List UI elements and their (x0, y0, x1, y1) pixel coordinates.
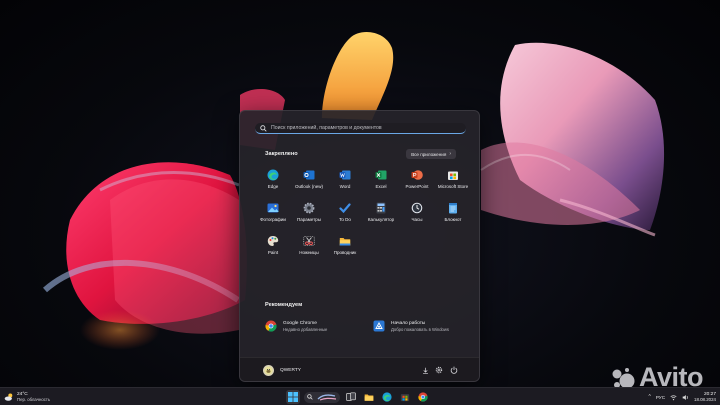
power-icon[interactable] (449, 365, 459, 375)
pinned-app-label: Параметры (297, 217, 321, 222)
pinned-app-calculator[interactable]: Калькулятор (363, 199, 399, 232)
taskbar-store-button[interactable] (398, 390, 412, 404)
chevron-right-icon: › (449, 151, 451, 157)
recommended-item-name: Google Chrome (283, 320, 317, 326)
partly-cloudy-icon (4, 392, 14, 402)
settings-icon (303, 202, 315, 214)
pinned-app-label: Проводник (333, 250, 357, 255)
recommended-item-subtitle: Недавно добавленные (283, 326, 328, 332)
pinned-app-label: To Do (339, 217, 351, 222)
clock-date: 18.08.2024 (694, 397, 716, 402)
wifi-icon[interactable] (670, 388, 677, 405)
search-highlight-icon (317, 394, 337, 401)
pinned-app-edge[interactable]: Edge (255, 166, 291, 199)
pinned-app-notepad[interactable]: Блокнот (435, 199, 471, 232)
pinned-app-outlook[interactable]: Outlook (new) (291, 166, 327, 199)
pinned-app-label: Excel (375, 184, 387, 189)
search-icon (260, 124, 267, 132)
taskbar-search-button[interactable] (304, 391, 340, 403)
snipping-tool-icon (303, 235, 315, 247)
outlook-icon (303, 169, 315, 181)
system-tray: ^ РУС 20:27 18.08.2024 (648, 389, 716, 405)
pinned-app-label: Word (339, 184, 351, 189)
downloads-icon[interactable] (420, 365, 430, 375)
clock[interactable]: 20:27 18.08.2024 (694, 392, 716, 402)
pinned-app-label: Outlook (new) (294, 184, 323, 189)
excel-icon (375, 169, 387, 181)
pinned-app-word[interactable]: Word (327, 166, 363, 199)
search-icon (307, 394, 313, 400)
pinned-app-label: Ножницы (299, 250, 319, 255)
edge-icon (382, 392, 392, 402)
chrome-icon (418, 392, 428, 402)
start-menu: Закреплено Все приложения › Edge Outlook… (239, 110, 480, 382)
all-apps-button[interactable]: Все приложения › (406, 149, 456, 159)
avito-logo-icon (612, 367, 635, 388)
task-view-icon (346, 392, 356, 401)
weather-widget[interactable]: 24°C Пер. облачность (4, 389, 50, 405)
pinned-app-store[interactable]: Microsoft Store (435, 166, 471, 199)
search-input[interactable] (271, 123, 461, 133)
recommended-item-get-started[interactable]: Начало работы Добро пожаловать в Windows (373, 320, 449, 332)
taskbar: 24°C Пер. облачность ^ РУС 20:27 18.08.2… (0, 387, 720, 405)
pinned-grid: Edge Outlook (new) Word Excel PowerPoint (255, 166, 468, 265)
user-account-button[interactable]: QWERTY (263, 363, 301, 377)
pinned-app-label: Microsoft Store (437, 184, 469, 189)
clock-icon (411, 202, 423, 214)
paint-icon (267, 235, 279, 247)
pinned-app-file-explorer[interactable]: Проводник (327, 232, 363, 265)
pinned-app-excel[interactable]: Excel (363, 166, 399, 199)
pinned-app-photos[interactable]: Фотографии (255, 199, 291, 232)
pinned-app-label: Часы (411, 217, 423, 222)
chrome-icon (265, 320, 277, 332)
file-explorer-icon (339, 235, 351, 247)
powerpoint-icon (411, 169, 423, 181)
all-apps-label: Все приложения (411, 151, 447, 157)
recommended-item-chrome[interactable]: Google Chrome Недавно добавленные (265, 320, 327, 332)
edge-icon (267, 169, 279, 181)
weather-description: Пер. облачность (17, 397, 51, 402)
pinned-app-label: Фотографии (260, 217, 286, 222)
recommended-item-subtitle: Добро пожаловать в Windows (391, 326, 449, 332)
calculator-icon (375, 202, 387, 214)
pinned-app-clock[interactable]: Часы (399, 199, 435, 232)
pinned-app-label: Edge (267, 184, 279, 189)
store-icon (400, 394, 410, 402)
task-view-button[interactable] (344, 390, 358, 404)
start-button[interactable] (286, 390, 300, 404)
notepad-icon (447, 202, 459, 214)
recommended-title: Рекомендуем (265, 302, 303, 308)
taskbar-edge-button[interactable] (380, 390, 394, 404)
user-avatar (263, 364, 274, 376)
volume-icon[interactable] (682, 388, 689, 405)
pinned-app-snipping-tool[interactable]: Ножницы (291, 232, 327, 265)
pinned-app-label: Калькулятор (367, 217, 395, 222)
taskbar-chrome-button[interactable] (416, 390, 430, 404)
pinned-app-label: Блокнот (444, 217, 462, 222)
recommended-item-name: Начало работы (391, 320, 426, 326)
pinned-app-powerpoint[interactable]: PowerPoint (399, 166, 435, 199)
photos-icon (267, 202, 279, 214)
pinned-app-label: PowerPoint (405, 184, 429, 189)
word-icon (339, 169, 351, 181)
search-box[interactable] (255, 123, 466, 134)
pinned-app-paint[interactable]: Paint (255, 232, 291, 265)
pinned-app-settings[interactable]: Параметры (291, 199, 327, 232)
pinned-app-todo[interactable]: To Do (327, 199, 363, 232)
pinned-title: Закреплено (265, 151, 298, 157)
language-indicator[interactable]: РУС (656, 395, 665, 400)
taskbar-file-explorer-button[interactable] (362, 390, 376, 404)
taskbar-apps (286, 389, 430, 405)
windows-logo-icon (288, 392, 298, 402)
store-icon (447, 169, 459, 181)
file-explorer-icon (364, 394, 374, 401)
settings-gear-icon[interactable] (434, 365, 444, 375)
chevron-up-icon[interactable]: ^ (648, 394, 650, 400)
pinned-app-label: Paint (267, 250, 279, 255)
user-name: QWERTY (280, 367, 301, 373)
pinned-header: Закреплено Все приложения › (265, 149, 456, 161)
todo-icon (339, 202, 351, 214)
get-started-icon (373, 320, 385, 332)
start-footer: QWERTY (240, 357, 479, 381)
